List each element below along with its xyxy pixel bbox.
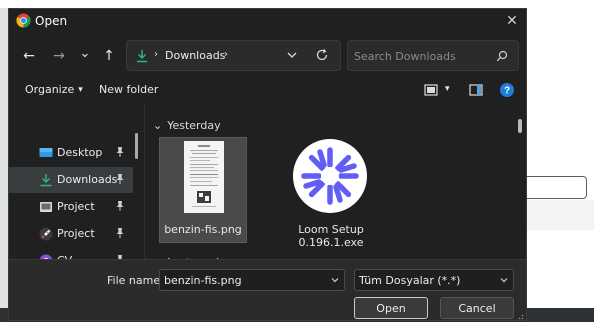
background-band [527, 200, 594, 230]
svg-text:?: ? [504, 86, 510, 97]
search-box[interactable] [347, 40, 519, 71]
forward-button[interactable]: → [49, 46, 69, 66]
new-folder-button[interactable]: New folder [99, 83, 158, 96]
open-file-dialog: Open ✕ ← → ⌄ ↑ › Downloads › Search Down… [8, 8, 527, 321]
breadcrumb-separator-icon[interactable]: › [224, 49, 228, 60]
breadcrumb-separator-icon: › [154, 49, 158, 60]
chevron-down-icon: ⌄ [153, 119, 163, 132]
file-type-value: Tüm Dosyalar (*.*) [359, 274, 461, 287]
organize-button[interactable]: Organize ▾ [25, 83, 83, 96]
pin-icon [116, 228, 124, 238]
forward-arrow-icon: → [53, 48, 65, 64]
search-input[interactable] [354, 47, 489, 65]
pin-icon [116, 174, 124, 184]
sidebar-item-label: Project [57, 227, 95, 240]
pin-icon [116, 201, 124, 211]
file-type-select[interactable]: Tüm Dosyalar (*.*) [354, 269, 514, 291]
sidebar-item-project[interactable]: Project [9, 194, 133, 220]
sidebar-scrollbar[interactable] [135, 133, 138, 159]
desktop-icon [39, 148, 53, 157]
file-name-line2: 0.196.1.exe [298, 236, 364, 249]
file-list-scrollbar[interactable] [518, 119, 522, 133]
view-options-chevron-icon[interactable]: ▾ [445, 84, 450, 94]
organize-label: Organize [25, 83, 75, 96]
chrome-icon [16, 13, 31, 28]
background-input [527, 176, 587, 199]
file-list: ⌄ Yesterday benzin-fis.png Loom Setup 0.… [144, 103, 524, 269]
background-header [0, 0, 594, 8]
sidebar-item-label: Downloads [57, 173, 118, 186]
dialog-footer: File name: Tüm Dosyalar (*.*) Open Cance… [9, 259, 526, 320]
search-icon [496, 50, 508, 62]
loom-icon [293, 139, 367, 213]
file-name-combobox[interactable] [159, 269, 345, 291]
group-label: Yesterday [167, 119, 221, 132]
cancel-button[interactable]: Cancel [440, 297, 514, 319]
up-button[interactable]: ↑ [99, 46, 119, 66]
close-icon: ✕ [506, 13, 518, 29]
refresh-icon[interactable] [315, 48, 329, 62]
file-name: benzin-fis.png [164, 223, 242, 236]
pin-icon [116, 147, 124, 157]
chevron-down-icon[interactable] [285, 48, 299, 62]
view-mode-icon[interactable] [423, 82, 439, 98]
dialog-title: Open [35, 14, 68, 28]
close-button[interactable]: ✕ [498, 9, 526, 33]
command-bar: Organize ▾ New folder ▾ ? [9, 79, 526, 101]
sidebar-item-label: Desktop [57, 146, 103, 159]
recent-locations-button[interactable]: ⌄ [75, 43, 95, 63]
chevron-down-icon: ⌄ [79, 45, 91, 61]
breadcrumb-downloads[interactable]: Downloads [165, 49, 225, 62]
help-icon[interactable]: ? [499, 82, 515, 98]
preview-pane-icon[interactable] [468, 82, 484, 98]
resize-grip-icon[interactable] [516, 312, 524, 320]
sidebar-item-downloads[interactable]: Downloads [9, 167, 133, 193]
open-button[interactable]: Open [354, 297, 428, 319]
back-arrow-icon: ← [23, 48, 35, 64]
address-bar[interactable]: › Downloads › [126, 40, 341, 71]
file-item-loom-setup[interactable]: Loom Setup 0.196.1.exe [287, 137, 375, 249]
image-folder-icon [40, 202, 52, 212]
rocket-icon [39, 227, 53, 241]
file-item-benzin-fis[interactable]: benzin-fis.png [159, 137, 247, 243]
sidebar-item-label: Project [57, 200, 95, 213]
new-folder-label: New folder [99, 83, 159, 96]
chevron-down-icon: ▾ [78, 84, 83, 95]
chevron-down-icon[interactable] [330, 275, 340, 285]
background-panel [527, 8, 594, 308]
title-bar: Open ✕ [9, 9, 526, 33]
receipt-thumbnail-icon [184, 141, 224, 213]
group-header-yesterday[interactable]: ⌄ Yesterday [153, 119, 221, 132]
file-name-input[interactable] [164, 273, 324, 288]
file-name-line1: Loom Setup [298, 223, 364, 236]
chevron-down-icon [500, 278, 508, 283]
download-icon [137, 50, 147, 63]
navigation-bar: ← → ⌄ ↑ › Downloads › [9, 39, 526, 73]
sidebar-item-project-2[interactable]: Project [9, 221, 133, 247]
up-arrow-icon: ↑ [103, 48, 115, 64]
navigation-pane: Desktop Downloads Project Project CV [9, 103, 143, 262]
sidebar-item-desktop[interactable]: Desktop [9, 140, 133, 166]
download-icon [40, 174, 52, 187]
file-name-label: File name: [107, 274, 164, 287]
back-button[interactable]: ← [19, 46, 39, 66]
